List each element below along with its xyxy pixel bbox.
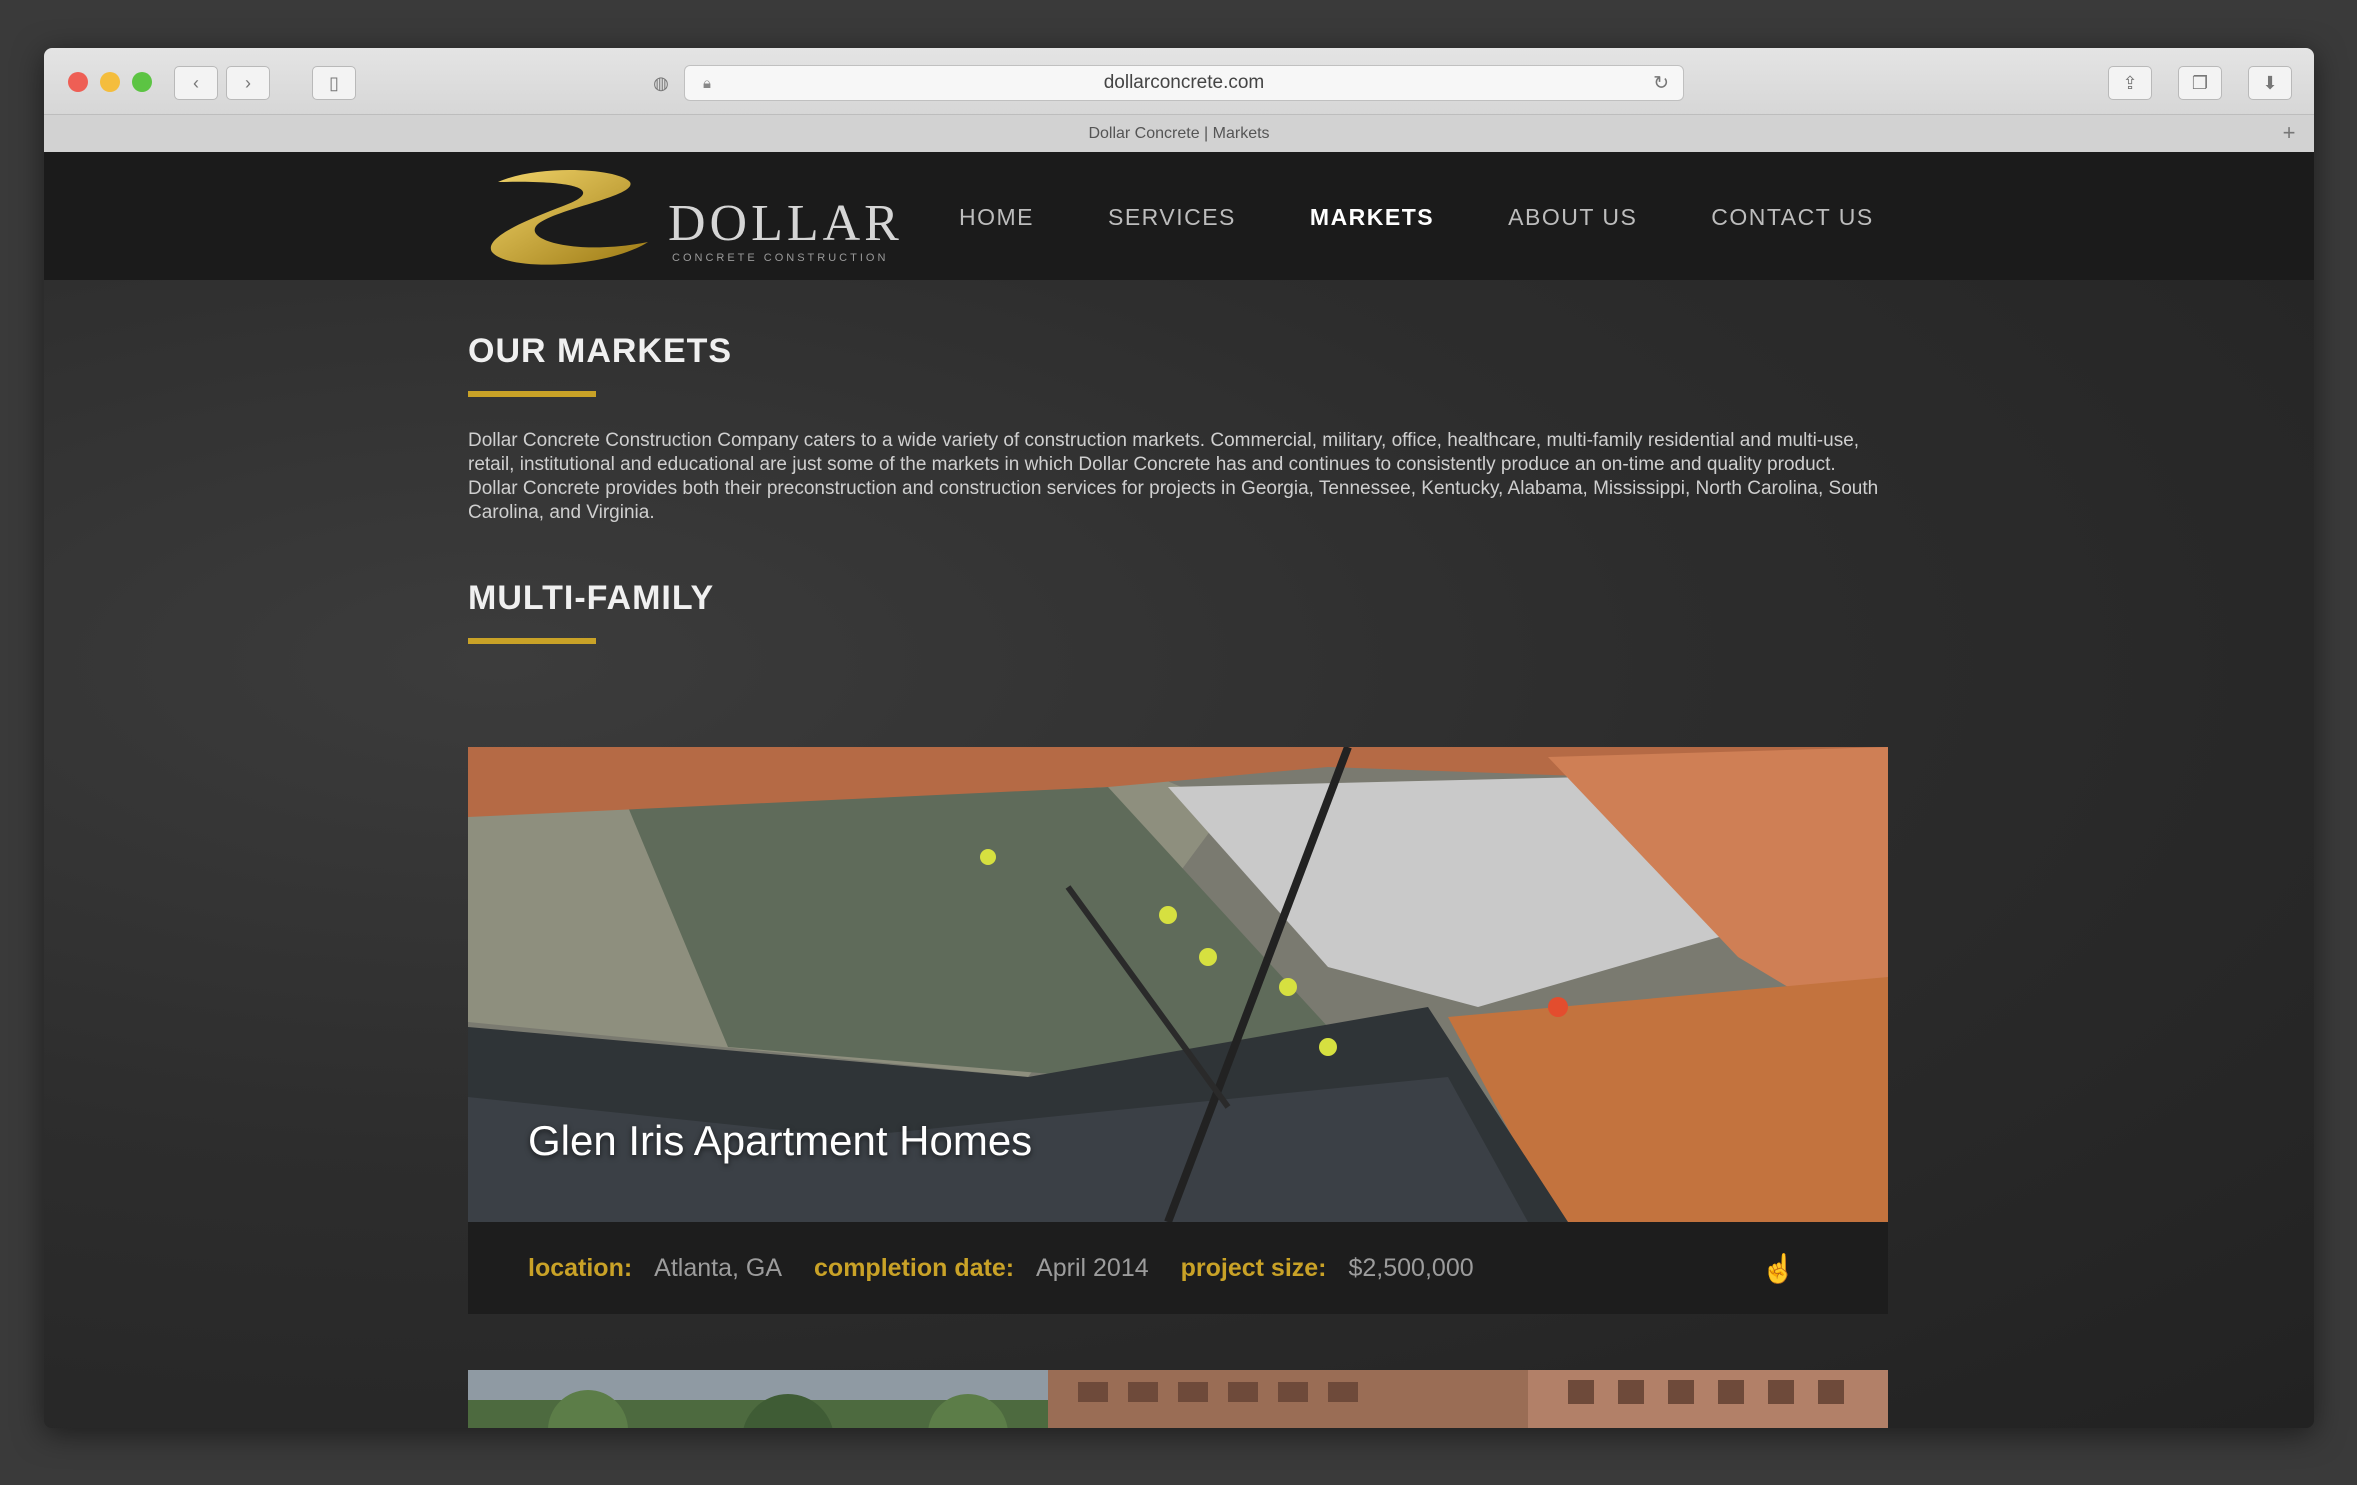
apartment-building-photo [468,1370,1888,1428]
project-title: Glen Iris Apartment Homes [528,1117,1033,1164]
downloads-button[interactable]: ⬇ [2248,66,2292,100]
close-window-button[interactable] [68,72,88,92]
nav-home[interactable]: HOME [959,204,1034,231]
pointer-cursor-icon: ☝ [1761,1253,1796,1284]
nav-contact-us[interactable]: CONTACT US [1711,204,1873,231]
location-label: location: [528,1253,633,1282]
reload-icon[interactable]: ↻ [1653,72,1669,95]
lock-icon: 🔒︎ [703,74,711,92]
forward-button[interactable]: › [226,66,270,100]
next-project-image[interactable] [468,1370,1888,1428]
plus-icon: + [2282,120,2296,145]
tabs-icon: ❐ [2191,72,2209,93]
logo-tagline: CONCRETE CONSTRUCTION [672,252,889,264]
shield-icon: ◍ [653,72,669,93]
toolbar-right-buttons: ⇪ ❐ ⬇ [2108,66,2292,100]
size-label: project size: [1180,1253,1327,1282]
share-icon: ⇪ [2122,72,2138,93]
swoosh-logo-icon [490,169,648,265]
window-controls [68,72,152,92]
browser-toolbar: ‹ › ▯ ◍ 🔒︎ dollarconcrete.com ↻ ⇪ ❐ ⬇ Do… [44,48,2314,152]
markets-content: OUR MARKETS Dollar Concrete Construction… [468,332,1888,644]
size-value: $2,500,000 [1348,1253,1474,1282]
download-icon: ⬇ [2262,72,2278,93]
zoom-window-button[interactable] [132,72,152,92]
nav-services[interactable]: SERVICES [1108,204,1236,231]
history-buttons: ‹ › [174,66,270,100]
web-page: DOLLAR CONCRETE CONSTRUCTION HOME SERVIC… [44,152,2314,1428]
browser-window: ‹ › ▯ ◍ 🔒︎ dollarconcrete.com ↻ ⇪ ❐ ⬇ Do… [44,48,2314,1428]
location-value: Atlanta, GA [654,1253,783,1282]
section-underline [468,638,596,644]
title-underline [468,391,596,397]
page-title: OUR MARKETS [468,332,733,370]
tab-bar: Dollar Concrete | Markets + [44,114,2314,152]
address-bar[interactable]: 🔒︎ dollarconcrete.com ↻ [684,65,1684,101]
site-header: DOLLAR CONCRETE CONSTRUCTION HOME SERVIC… [44,152,2314,280]
new-tab-button[interactable]: + [2274,119,2304,147]
minimize-window-button[interactable] [100,72,120,92]
project-image[interactable]: Glen Iris Apartment Homes [468,747,1888,1222]
completion-label: completion date: [814,1253,1015,1282]
tab-title[interactable]: Dollar Concrete | Markets [1088,125,1269,143]
completion-value: April 2014 [1036,1253,1149,1282]
nav-markets[interactable]: MARKETS [1310,204,1434,231]
logo-wordmark: DOLLAR [668,195,903,252]
address-url: dollarconcrete.com [1103,72,1265,93]
chevron-left-icon: ‹ [193,72,199,93]
tabs-overview-button[interactable]: ❐ [2178,66,2222,100]
intro-paragraph: Dollar Concrete Construction Company cat… [468,430,1879,523]
nav-about-us[interactable]: ABOUT US [1508,204,1637,231]
back-button[interactable]: ‹ [174,66,218,100]
share-button[interactable]: ⇪ [2108,66,2152,100]
privacy-report-button[interactable]: ◍ [644,66,678,100]
section-title: MULTI-FAMILY [468,579,715,617]
dollar-logo[interactable]: DOLLAR CONCRETE CONSTRUCTION [468,160,928,280]
sidebar-icon: ▯ [329,72,339,93]
main-navigation: HOME SERVICES MARKETS ABOUT US CONTACT U… [959,204,1874,231]
chevron-right-icon: › [245,72,251,93]
project-info-bar: location: Atlanta, GA completion date: A… [468,1222,1888,1314]
sidebar-button[interactable]: ▯ [312,66,356,100]
